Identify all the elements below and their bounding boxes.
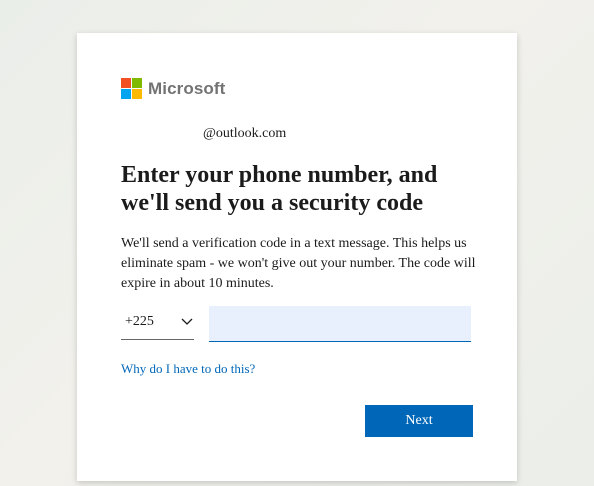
next-button[interactable]: Next (365, 405, 473, 437)
phone-number-input[interactable] (209, 306, 471, 342)
account-identity: @outlook.com (121, 126, 286, 142)
country-code-select[interactable]: +225 (121, 306, 194, 340)
chevron-down-icon (181, 318, 193, 325)
description-text: We'll send a verification code in a text… (121, 236, 476, 291)
page-title: Enter your phone number, and we'll send … (121, 162, 438, 216)
account-email-domain: @outlook.com (203, 126, 287, 141)
microsoft-logo: Microsoft (121, 78, 225, 99)
signin-card: Microsoft @outlook.com Enter your phone … (77, 33, 517, 481)
country-code-value: +225 (125, 314, 154, 329)
brand-name: Microsoft (148, 78, 226, 98)
microsoft-logo-icon (121, 78, 142, 99)
why-do-this-link[interactable]: Why do I have to do this? (121, 361, 255, 377)
